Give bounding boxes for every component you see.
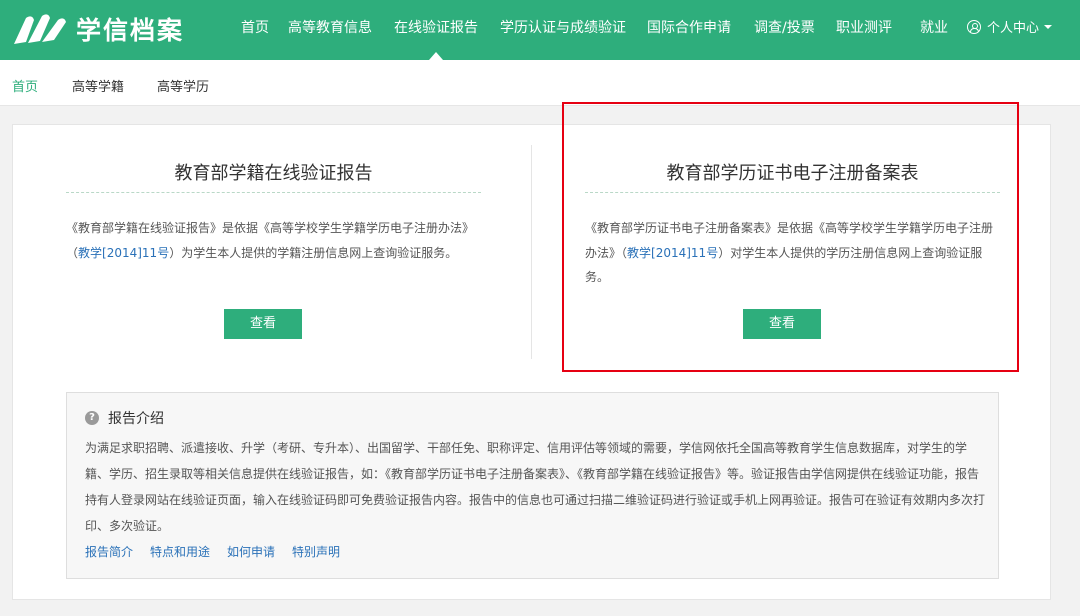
nav-item-employment[interactable]: 就业 — [920, 17, 948, 37]
logo-icon — [14, 14, 66, 44]
highlight-box — [562, 102, 1019, 372]
user-center-label: 个人中心 — [987, 21, 1040, 36]
link-special-statement[interactable]: 特别声明 — [292, 543, 340, 560]
user-circle-icon — [967, 19, 981, 34]
link-how-to-apply[interactable]: 如何申请 — [227, 543, 275, 560]
subnav-item-home[interactable]: 首页 — [12, 76, 38, 95]
intro-links: 报告简介 特点和用途 如何申请 特别声明 — [85, 543, 357, 560]
user-center-menu[interactable]: 个人中心 — [967, 17, 1053, 36]
intro-header: ? 报告介绍 — [85, 408, 164, 428]
main-panel: 教育部学籍在线验证报告 《教育部学籍在线验证报告》是依据《高等学校学生学籍学历电… — [12, 102, 1051, 600]
logo-text: 学信档案 — [76, 16, 185, 45]
sub-navbar: 首页 高等学籍 高等学历 — [0, 60, 1080, 106]
nav-item-degree-certification[interactable]: 学历认证与成绩验证 — [500, 17, 626, 37]
desc-text: ）为学生本人提供的学籍注册信息网上查询验证服务。 — [169, 245, 458, 260]
link-features-uses[interactable]: 特点和用途 — [150, 543, 210, 560]
subnav-item-higher-enrollment[interactable]: 高等学籍 — [72, 76, 124, 95]
column-divider — [531, 145, 532, 359]
nav-item-home[interactable]: 首页 — [241, 17, 269, 37]
card-title: 教育部学籍在线验证报告 — [174, 163, 373, 184]
nav-item-higher-education-info[interactable]: 高等教育信息 — [288, 17, 372, 37]
card-description: 《教育部学籍在线验证报告》是依据《高等学校学生学籍学历电子注册办法》（教学[20… — [66, 216, 481, 265]
nav-item-international-cooperation[interactable]: 国际合作申请 — [647, 17, 731, 37]
chevron-down-icon — [1044, 24, 1053, 29]
link-report-summary[interactable]: 报告简介 — [85, 543, 133, 560]
dashed-divider — [66, 192, 481, 193]
nav-item-online-verification-report[interactable]: 在线验证报告 — [394, 17, 478, 60]
regulation-link[interactable]: 教学[2014]11号 — [78, 246, 169, 260]
intro-title: 报告介绍 — [108, 411, 164, 427]
report-intro-box: ? 报告介绍 为满足求职招聘、派遣接收、升学（考研、专升本）、出国留学、干部任免… — [66, 392, 999, 579]
question-circle-icon: ? — [85, 411, 99, 425]
site-logo[interactable]: 学信档案 — [12, 9, 184, 49]
nav-item-career-assessment[interactable]: 职业测评 — [836, 17, 892, 37]
view-enrollment-report-button[interactable]: 查看 — [224, 309, 302, 339]
top-navbar: 学信档案 首页 高等教育信息 在线验证报告 学历认证与成绩验证 国际合作申请 调… — [0, 0, 1080, 60]
subnav-item-higher-degree[interactable]: 高等学历 — [157, 76, 209, 95]
intro-text: 为满足求职招聘、派遣接收、升学（考研、专升本）、出国留学、干部任免、职称评定、信… — [85, 441, 986, 533]
nav-item-survey-vote[interactable]: 调查/投票 — [754, 17, 815, 37]
